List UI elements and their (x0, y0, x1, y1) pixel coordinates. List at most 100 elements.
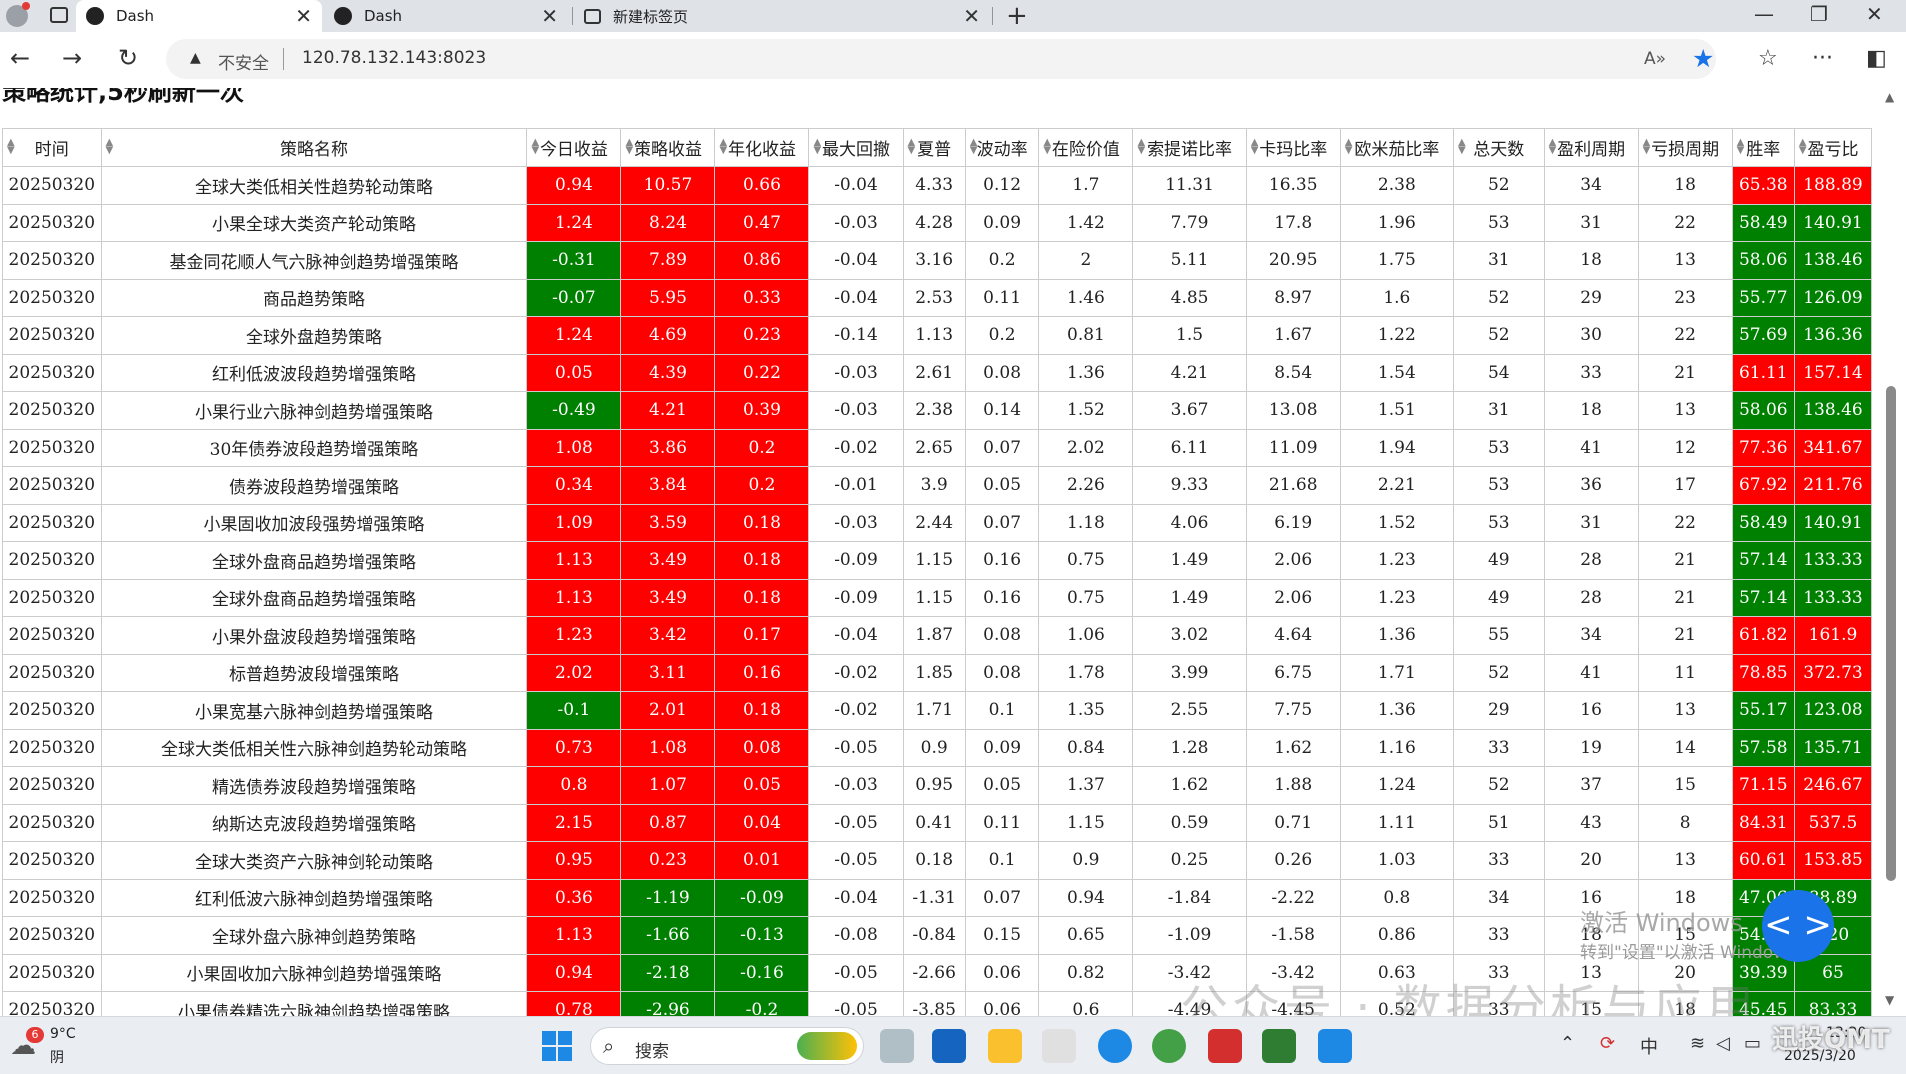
sync-icon[interactable]: ⟳ (1600, 1033, 1615, 1054)
table-cell: 153.85 (1793, 841, 1873, 880)
url-text[interactable]: 120.78.132.143:8023 (302, 48, 486, 68)
table-row: 20250320 小果固收加波段强势增强策略 1.09 3.59 0.18 -0.03 2.… (2, 503, 1873, 542)
table-cell: 23 (1637, 278, 1733, 317)
task-view-icon[interactable] (880, 1029, 914, 1063)
weather-temperature[interactable]: 9°C (50, 1026, 76, 1042)
sort-icon[interactable]: ▲ ▼ (625, 138, 633, 156)
minimize-icon[interactable]: — (1754, 2, 1774, 26)
column-header[interactable]: ▲ ▼ 卡玛比率 (1245, 128, 1341, 167)
chevron-up-icon[interactable]: ⌃ (1560, 1033, 1575, 1054)
sort-icon[interactable]: ▲ ▼ (1458, 138, 1466, 156)
table-row: 20250320 债券波段趋势增强策略 0.34 3.84 0.2 -0.01 3.9 0.0… (2, 466, 1873, 505)
volume-icon[interactable]: ◁ (1716, 1033, 1730, 1054)
sort-icon[interactable]: ▲ ▼ (1799, 138, 1807, 156)
table-cell: 20250320 (2, 428, 102, 467)
column-header[interactable]: ▲ ▼ 策略收益 (620, 128, 716, 167)
sort-icon[interactable]: ▲ ▼ (813, 138, 821, 156)
favorite-star-icon[interactable]: ★ (1692, 44, 1714, 73)
ime-indicator[interactable]: 中 (1640, 1033, 1658, 1059)
terminal-app-icon[interactable] (1262, 1029, 1296, 1063)
read-aloud-icon[interactable]: A» (1644, 49, 1666, 69)
sort-icon[interactable]: ▲ ▼ (1643, 138, 1651, 156)
address-bar[interactable]: ▲ 不安全 120.78.132.143:8023 A» ★ (166, 39, 1716, 79)
sort-icon[interactable]: ▲ ▼ (1137, 138, 1145, 156)
table-cell: 1.07 (620, 766, 716, 805)
more-icon[interactable]: ··· (1812, 48, 1833, 70)
tab-new-tab[interactable]: 新建标签页 ✕ (574, 0, 990, 32)
sort-icon[interactable]: ▲ ▼ (1251, 138, 1259, 156)
column-header[interactable]: ▲ ▼ 欧米茄比率 (1339, 128, 1454, 167)
sort-icon[interactable]: ▲ ▼ (531, 138, 539, 156)
table-cell: 17.8 (1245, 203, 1341, 242)
column-header[interactable]: ▲ ▼ 盈亏比 (1793, 128, 1873, 167)
trading-app-icon[interactable] (1318, 1029, 1352, 1063)
favorites-icon[interactable]: ☆ (1758, 48, 1778, 70)
tab-actions-icon[interactable] (50, 7, 68, 23)
table-cell: 18 (1543, 241, 1639, 280)
tab-dash-active[interactable]: Dash ✕ (76, 0, 322, 32)
close-tab-icon[interactable]: ✕ (295, 4, 312, 28)
table-cell: 4.64 (1245, 616, 1341, 655)
warning-icon[interactable]: ▲ (190, 50, 201, 66)
wifi-icon[interactable]: ≋ (1690, 1033, 1705, 1054)
sidebar-icon[interactable]: ◧ (1866, 48, 1887, 70)
table-cell: 20250320 (2, 241, 102, 280)
scroll-down-icon[interactable]: ▼ (1885, 993, 1894, 1007)
refresh-icon[interactable]: ↻ (118, 46, 138, 70)
back-arrow-icon[interactable]: ← (10, 46, 30, 70)
sort-icon[interactable]: ▲ ▼ (908, 138, 916, 156)
column-header-label: 最大回撤 (821, 140, 890, 160)
sort-icon[interactable]: ▲ ▼ (1043, 138, 1051, 156)
column-header[interactable]: ▲ ▼ 在险价值 (1038, 128, 1134, 167)
column-header[interactable]: ▲ ▼ 时间 (2, 128, 102, 167)
table-cell: 211.76 (1793, 466, 1873, 505)
close-window-icon[interactable]: ✕ (1866, 2, 1883, 26)
column-header[interactable]: ▲ ▼ 年化收益 (714, 128, 810, 167)
sort-icon[interactable]: ▲ ▼ (719, 138, 727, 156)
table-cell: 21 (1637, 578, 1733, 617)
column-header[interactable]: ▲ ▼ 夏普 (902, 128, 966, 167)
close-tab-icon[interactable]: ✕ (963, 4, 980, 28)
wechat-icon[interactable] (1152, 1029, 1186, 1063)
scrollbar-thumb[interactable] (1886, 386, 1896, 881)
table-cell: 372.73 (1793, 653, 1873, 692)
new-tab-plus-icon[interactable]: + (1006, 1, 1028, 31)
restore-icon[interactable]: ❐ (1810, 2, 1828, 26)
profile-avatar-icon[interactable] (6, 2, 30, 27)
table-row: 20250320 小果宽基六脉神剑趋势增强策略 -0.1 2.01 0.18 -0.02 1… (2, 691, 1873, 730)
table-cell: -0.03 (808, 503, 904, 542)
table-cell: 1.42 (1038, 203, 1134, 242)
column-header[interactable]: ▲ ▼ 波动率 (964, 128, 1040, 167)
column-header[interactable]: ▲ ▼ 索提诺比率 (1132, 128, 1247, 167)
column-header[interactable]: ▲ ▼ 今日收益 (526, 128, 622, 167)
column-header[interactable]: ▲ ▼ 总天数 (1452, 128, 1545, 167)
close-tab-icon[interactable]: ✕ (541, 4, 558, 28)
file-explorer-icon[interactable] (988, 1029, 1022, 1063)
sort-icon[interactable]: ▲ ▼ (7, 138, 15, 156)
taskbar-search[interactable]: ⌕ 搜索 (590, 1027, 864, 1065)
scroll-up-icon[interactable]: ▲ (1885, 90, 1894, 104)
table-cell: 33 (1452, 916, 1545, 955)
column-header[interactable]: ▲ ▼ 亏损周期 (1637, 128, 1733, 167)
outlook-icon[interactable] (932, 1029, 966, 1063)
code-toggle-button[interactable]: < > (1762, 890, 1834, 962)
column-header[interactable]: ▲ ▼ 策略名称 (100, 128, 528, 167)
forward-arrow-icon[interactable]: → (62, 46, 82, 70)
tab-dash[interactable]: Dash ✕ (324, 0, 568, 32)
column-header[interactable]: ▲ ▼ 最大回撤 (808, 128, 904, 167)
sort-icon[interactable]: ▲ ▼ (106, 138, 114, 156)
sort-icon[interactable]: ▲ ▼ (1345, 138, 1353, 156)
sort-icon[interactable]: ▲ ▼ (1549, 138, 1557, 156)
weather-condition[interactable]: 阴 (50, 1047, 64, 1067)
sort-icon[interactable]: ▲ ▼ (970, 138, 978, 156)
table-cell: 1.09 (526, 503, 622, 542)
windows-start-icon[interactable] (542, 1031, 572, 1061)
wps-icon[interactable] (1208, 1029, 1242, 1063)
battery-icon[interactable]: ▭ (1744, 1033, 1761, 1054)
store-icon[interactable] (1042, 1029, 1076, 1063)
column-header[interactable]: ▲ ▼ 盈利周期 (1543, 128, 1639, 167)
sort-icon[interactable]: ▲ ▼ (1737, 138, 1745, 156)
edge-browser-icon[interactable] (1098, 1029, 1132, 1063)
column-header[interactable]: ▲ ▼ 胜率 (1731, 128, 1795, 167)
security-label[interactable]: 不安全 (218, 49, 269, 74)
